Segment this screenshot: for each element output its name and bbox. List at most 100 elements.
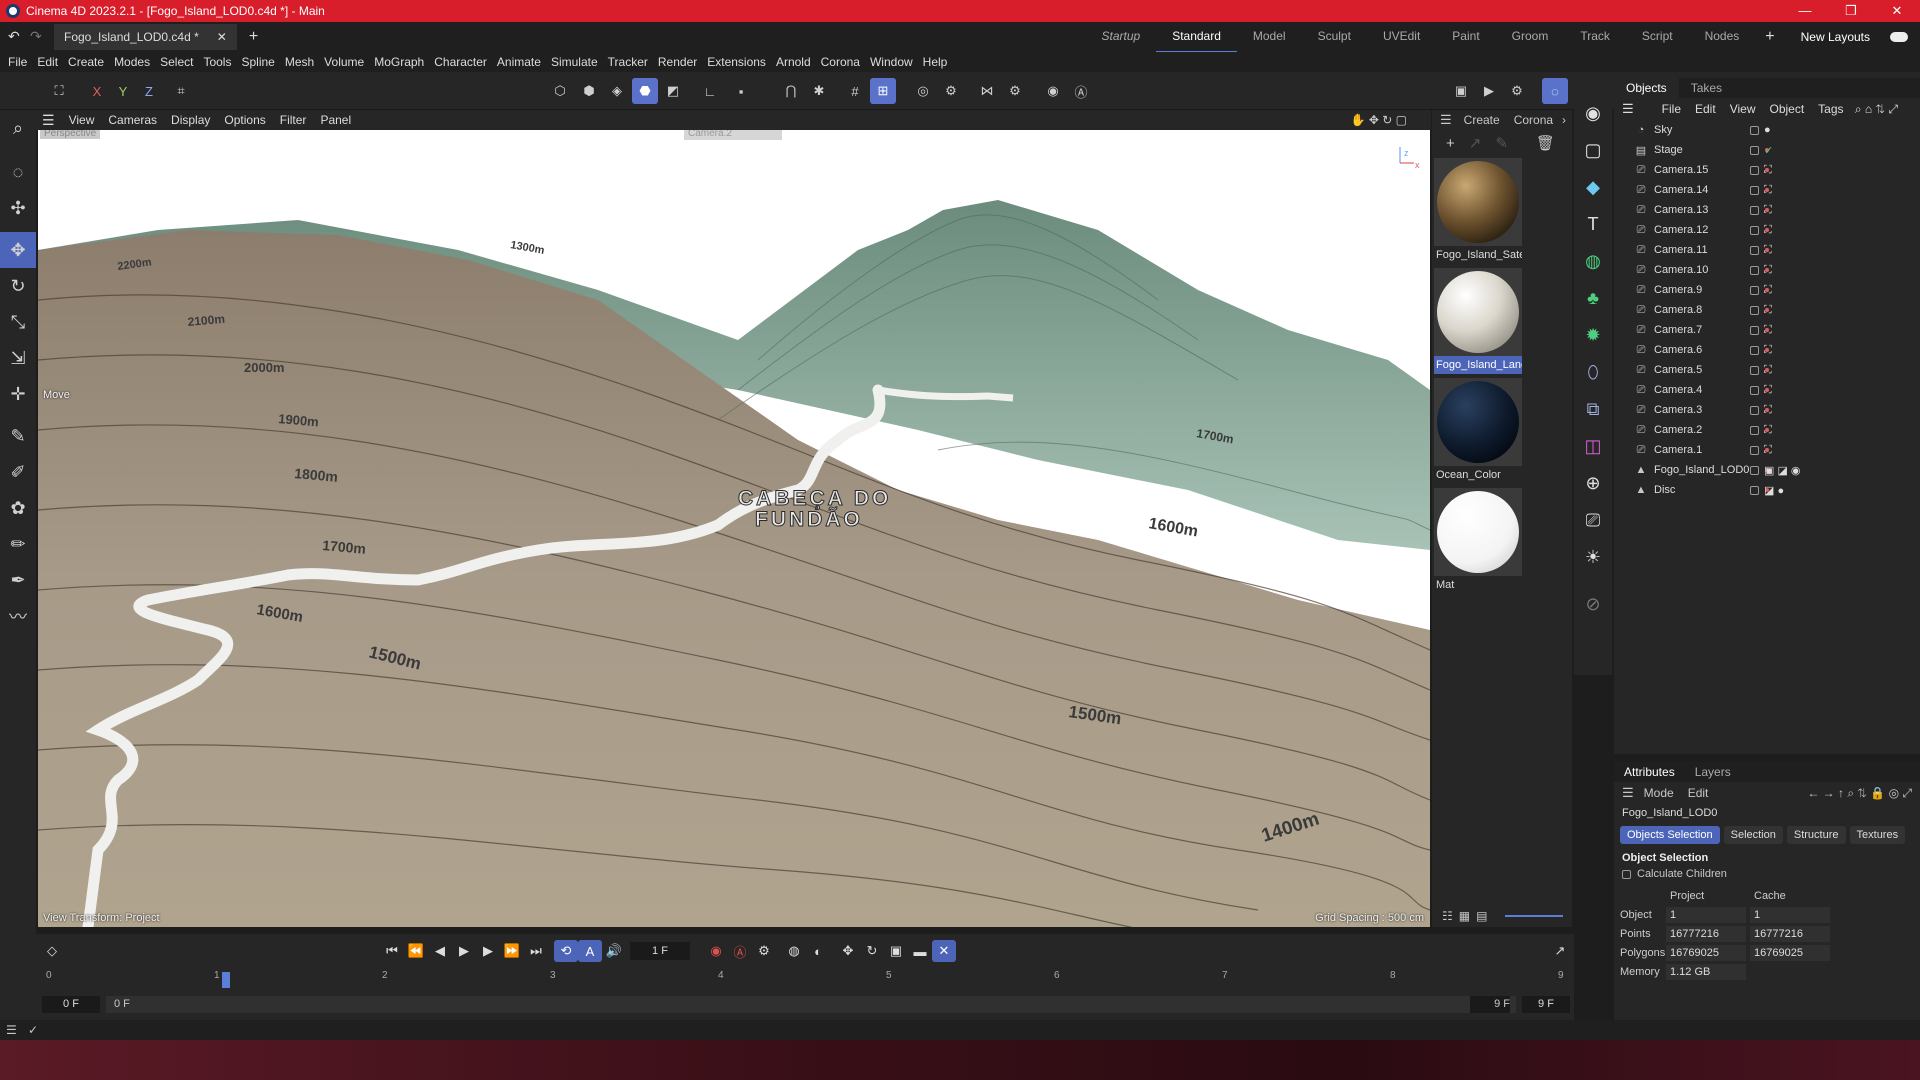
visibility-checkbox[interactable] <box>1750 485 1759 495</box>
playback-mode-icon[interactable]: A <box>578 940 602 962</box>
cube-icon[interactable]: ◆ <box>1574 169 1612 206</box>
material-thumbnail[interactable] <box>1434 378 1522 466</box>
render-picture-viewer-icon[interactable]: ▶ <box>1476 78 1502 104</box>
menu-help[interactable]: Help <box>923 55 956 69</box>
object-tag-icon[interactable]: ⛶ <box>1764 344 1772 357</box>
viewport-menu-cameras[interactable]: Cameras <box>108 113 157 127</box>
object-menu-icon[interactable]: ☰ <box>1622 101 1634 117</box>
menu-character[interactable]: Character <box>434 55 495 69</box>
object-menu-view[interactable]: View <box>1730 102 1756 116</box>
visibility-checkbox[interactable] <box>1750 465 1759 475</box>
document-tab[interactable]: Fogo_Island_LOD0.c4d * ✕ <box>54 24 237 50</box>
attribute-menu-icon[interactable]: ☰ <box>1622 785 1634 801</box>
key-settings-icon[interactable]: ⚙ <box>752 940 776 962</box>
object-tag-icon[interactable]: ⛶ <box>1764 244 1772 257</box>
object-search-icons[interactable]: ⌕ ⌂ ⇅ ⤢ <box>1855 102 1898 117</box>
redo-icon[interactable]: ↷ <box>30 28 42 45</box>
object-tag-icon[interactable]: ⛶ <box>1764 364 1772 377</box>
range-slider[interactable]: 0 F 9 F <box>106 996 1516 1013</box>
playhead[interactable] <box>222 972 230 988</box>
next-frame-icon[interactable]: ▶ <box>476 940 500 962</box>
menu-animate[interactable]: Animate <box>497 55 549 69</box>
menu-mesh[interactable]: Mesh <box>285 55 322 69</box>
add-layout-icon[interactable]: + <box>1755 22 1784 52</box>
start-frame-field[interactable]: 0 F <box>42 996 100 1013</box>
selection-tools-icon[interactable]: ✣ <box>0 190 36 226</box>
render-view-icon[interactable]: ▣ <box>1448 78 1474 104</box>
attribute-subtab[interactable]: Textures <box>1849 826 1906 844</box>
object-tag-icon[interactable]: ⛶ <box>1764 404 1772 417</box>
menu-file[interactable]: File <box>8 55 35 69</box>
symmetry-icon[interactable]: ⋈ <box>974 78 1000 104</box>
new-layouts-button[interactable]: New Layouts <box>1785 22 1886 52</box>
object-tag-icon[interactable]: ◪ ● <box>1764 484 1784 497</box>
viewport-nav-icons[interactable]: ✋ ✥ ↻ ▢ <box>1351 113 1407 127</box>
object-tag-icon[interactable]: ⛶ <box>1764 444 1772 457</box>
viewport-menu-filter[interactable]: Filter <box>280 113 307 127</box>
project-value[interactable]: 1.12 GB <box>1666 963 1746 980</box>
lock-x-button[interactable]: X <box>84 78 110 104</box>
visibility-checkbox[interactable] <box>1750 425 1759 435</box>
object-tag-icon[interactable]: ⛶ <box>1764 224 1772 237</box>
layout-tab-paint[interactable]: Paint <box>1436 21 1495 53</box>
polygons-mode-icon[interactable]: ◈ <box>604 78 630 104</box>
cache-value[interactable]: 16769025 <box>1750 944 1830 961</box>
material-menu-create[interactable]: Create <box>1464 113 1500 127</box>
object-row[interactable]: ◔ Sky ● <box>1614 120 1920 140</box>
live-selection-icon[interactable]: ◌ <box>0 154 36 190</box>
visibility-checkbox[interactable] <box>1750 385 1759 395</box>
delete-material-icon[interactable]: 🗑 <box>1536 134 1555 152</box>
workplane-icon[interactable]: ◎ <box>910 78 936 104</box>
object-tag-icon[interactable]: ⛶ <box>1764 264 1772 277</box>
key-scale-icon[interactable]: ✥ <box>836 940 860 962</box>
object-tag-icon[interactable]: ● <box>1764 124 1771 136</box>
object-row[interactable]: ⎚ Camera.5 ⛶ <box>1614 360 1920 380</box>
rotate-tool-icon[interactable]: ↻ <box>0 268 36 304</box>
end-frame-field[interactable]: 9 F <box>1522 996 1570 1013</box>
zoom-icon[interactable]: ⌕ <box>0 110 36 146</box>
new-material-icon[interactable]: + <box>1446 135 1455 152</box>
modeling-settings-icon[interactable]: ⚙ <box>1002 78 1028 104</box>
project-value[interactable]: 16769025 <box>1666 944 1746 961</box>
cloth-icon[interactable]: ✿ <box>0 490 36 526</box>
project-value[interactable]: 1 <box>1666 906 1746 923</box>
object-tag-icon[interactable]: ⛶ <box>1764 304 1772 317</box>
viewport-camera-icon[interactable]: ◉ <box>1574 95 1612 132</box>
record-icon[interactable]: ◉ <box>704 940 728 962</box>
object-row[interactable]: ⎚ Camera.9 ⛶ <box>1614 280 1920 300</box>
layout-tab-uvedit[interactable]: UVEdit <box>1367 21 1436 53</box>
spline-pen-icon[interactable]: ✎ <box>0 418 36 454</box>
objects-tab-takes[interactable]: Takes <box>1679 81 1734 95</box>
attribute-menu-mode[interactable]: Mode <box>1644 786 1674 800</box>
soft-selection-icon[interactable]: ✱ <box>806 78 832 104</box>
visibility-checkbox[interactable] <box>1750 305 1759 315</box>
layout-tab-groom[interactable]: Groom <box>1496 21 1565 53</box>
calculate-children-checkbox[interactable] <box>1622 869 1631 879</box>
uv-mode-icon[interactable]: ◩ <box>660 78 686 104</box>
object-row[interactable]: ⎚ Camera.7 ⛶ <box>1614 320 1920 340</box>
object-tag-icon[interactable]: ⛶ <box>1764 284 1772 297</box>
objects-tab-objects[interactable]: Objects <box>1614 78 1679 98</box>
prev-frame-icon[interactable]: ◀ <box>428 940 452 962</box>
layout-tab-standard[interactable]: Standard <box>1156 21 1237 53</box>
camera-dropdown[interactable]: Camera.2 <box>684 130 782 140</box>
scale-tool-icon[interactable]: ⤡ <box>0 304 36 340</box>
material-menu-icon[interactable]: ☰ <box>1440 112 1452 128</box>
key-position-icon[interactable]: ◍ <box>782 940 806 962</box>
object-row[interactable]: ▲ Disc ◪ ● <box>1614 480 1920 500</box>
object-menu-tags[interactable]: Tags <box>1818 102 1843 116</box>
object-row[interactable]: ▤ Stage ✓ <box>1614 140 1920 160</box>
material-more-icon[interactable]: › <box>1562 113 1566 127</box>
minimize-button[interactable]: — <box>1782 0 1828 22</box>
grid-view-icon[interactable]: ▦ <box>1459 909 1470 923</box>
magnet-icon[interactable]: ⋂ <box>778 78 804 104</box>
light-icon[interactable]: ☀ <box>1574 539 1612 576</box>
transform-tool-icon[interactable]: ⇲ <box>0 340 36 376</box>
visibility-checkbox[interactable] <box>1750 405 1759 415</box>
cache-value[interactable]: 1 <box>1750 906 1830 923</box>
visibility-checkbox[interactable] <box>1750 445 1759 455</box>
large-view-icon[interactable]: ▤ <box>1476 909 1487 923</box>
viewport-menu-panel[interactable]: Panel <box>320 113 351 127</box>
move-tool-icon[interactable]: ✥ <box>0 232 36 268</box>
attribute-subtab[interactable]: Selection <box>1723 826 1783 844</box>
